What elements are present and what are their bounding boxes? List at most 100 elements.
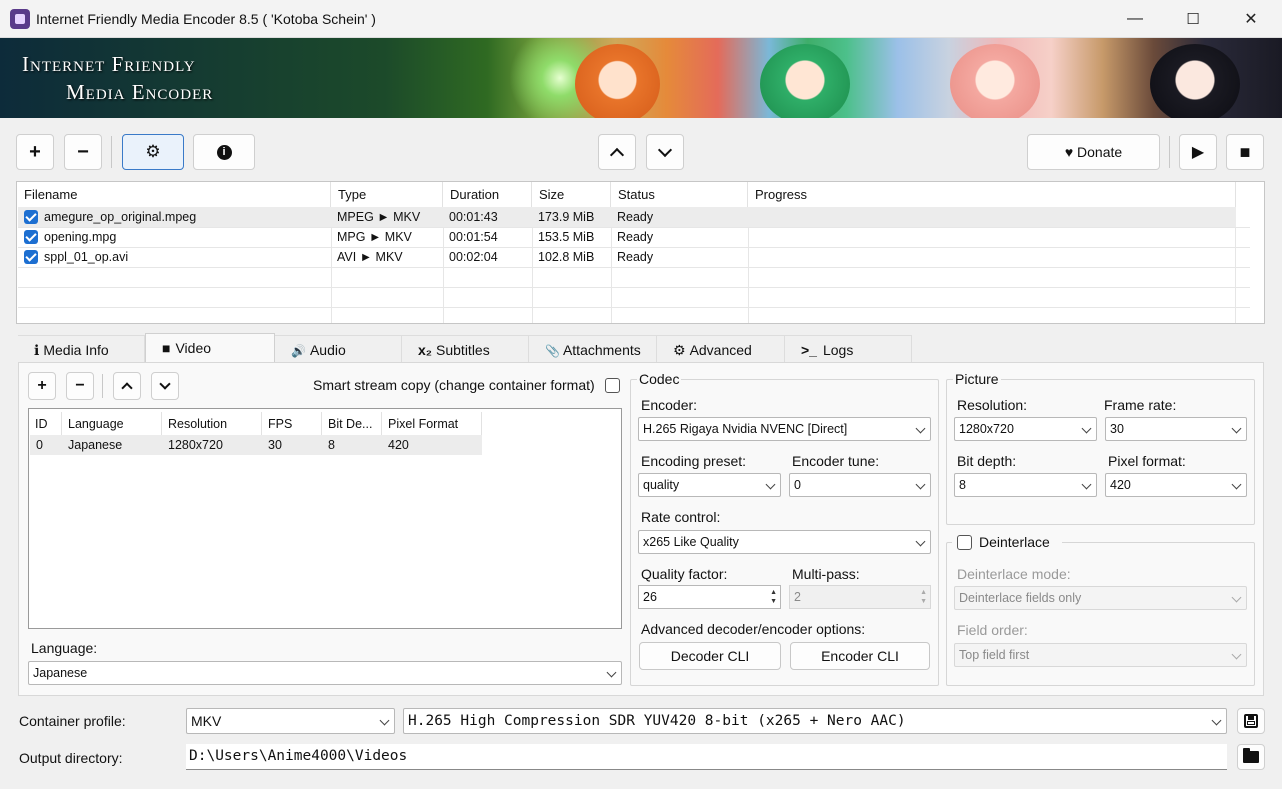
column-header-status[interactable]: Status: [611, 182, 748, 208]
settings-button[interactable]: ⚙: [122, 134, 184, 170]
column-header-filename[interactable]: Filename: [17, 182, 331, 208]
remove-stream-button[interactable]: −: [66, 372, 94, 400]
banner-logo-line2: Media Encoder: [66, 80, 214, 104]
stop-button[interactable]: ■: [1226, 134, 1264, 170]
tab-subtitles[interactable]: x₂ Subtitles: [402, 335, 529, 363]
multi-pass-input[interactable]: 2 ▲ ▼: [789, 585, 931, 609]
donate-button[interactable]: ♥ Donate: [1027, 134, 1160, 170]
close-button[interactable]: ✕: [1222, 0, 1280, 38]
folder-icon: [1243, 748, 1259, 763]
column-header-size[interactable]: Size: [532, 182, 611, 208]
file-checkbox[interactable]: [24, 210, 38, 224]
deinterlace-label[interactable]: Deinterlace: [979, 534, 1050, 550]
quality-factor-label: Quality factor:: [641, 566, 728, 582]
stream-up-button[interactable]: [113, 372, 141, 400]
column-header-bitdepth[interactable]: Bit De...: [322, 412, 382, 436]
stream-down-button[interactable]: [151, 372, 179, 400]
stream-row[interactable]: 0 Japanese 1280x720 30 8 420: [30, 435, 482, 455]
about-button[interactable]: i: [193, 134, 255, 170]
column-header-id[interactable]: ID: [29, 412, 62, 436]
file-duration: 00:02:04: [449, 250, 498, 264]
move-down-button[interactable]: [646, 134, 684, 170]
add-file-button[interactable]: +: [16, 134, 54, 170]
tab-logs[interactable]: >_ Logs: [785, 335, 912, 363]
smart-copy-checkbox[interactable]: [605, 378, 620, 393]
codec-group-label: Codec: [637, 371, 682, 387]
start-button[interactable]: ▶: [1179, 134, 1217, 170]
add-stream-button[interactable]: +: [28, 372, 56, 400]
encoding-profile-select[interactable]: H.265 High Compression SDR YUV420 8-bit …: [403, 708, 1227, 734]
column-header-progress[interactable]: Progress: [748, 182, 1236, 208]
deinterlace-mode-label: Deinterlace mode:: [957, 566, 1071, 582]
stream-id: 0: [36, 438, 43, 452]
pixel-format-select[interactable]: 420: [1105, 473, 1247, 497]
file-row[interactable]: opening.mpg MPG ► MKV 00:01:54 153.5 MiB…: [18, 227, 1236, 247]
rate-control-select[interactable]: x265 Like Quality: [638, 530, 931, 554]
file-queue-table[interactable]: Filename Type Duration Size Status Progr…: [16, 181, 1265, 324]
spin-arrows-icon[interactable]: ▲ ▼: [770, 588, 777, 606]
file-status: Ready: [617, 230, 654, 244]
banner-logo-line1: Internet Friendly: [22, 52, 196, 76]
app-banner: Internet Friendly Media Encoder: [0, 38, 1282, 118]
encoder-select[interactable]: H.265 Rigaya Nvidia NVENC [Direct]: [638, 417, 931, 441]
field-order-select[interactable]: Top field first: [954, 643, 1247, 667]
container-select[interactable]: MKV: [186, 708, 395, 734]
file-size: 153.5 MiB: [538, 230, 595, 244]
quality-factor-input[interactable]: 26 ▲ ▼: [638, 585, 781, 609]
file-row[interactable]: sppl_01_op.avi AVI ► MKV 00:02:04 102.8 …: [18, 247, 1236, 267]
file-checkbox[interactable]: [24, 230, 38, 244]
browse-folder-button[interactable]: [1237, 744, 1265, 770]
chevron-down-icon: [657, 142, 673, 157]
tab-attachments[interactable]: 📎 Attachments: [529, 335, 657, 363]
toolbar-separator: [1169, 136, 1170, 168]
banner-character-2: [760, 44, 850, 118]
maximize-button[interactable]: ☐: [1164, 0, 1222, 38]
deinterlace-checkbox[interactable]: [957, 535, 972, 550]
tab-advanced[interactable]: ⚙ Advanced: [657, 335, 785, 363]
frame-rate-select[interactable]: 30: [1105, 417, 1247, 441]
column-header-pixel-format[interactable]: Pixel Format: [382, 412, 482, 436]
subtitles-icon: x₂: [418, 342, 433, 358]
column-header-resolution[interactable]: Resolution: [162, 412, 262, 436]
column-header-duration[interactable]: Duration: [443, 182, 532, 208]
file-duration: 00:01:54: [449, 230, 498, 244]
resolution-select[interactable]: 1280x720: [954, 417, 1097, 441]
bit-depth-select[interactable]: 8: [954, 473, 1097, 497]
tab-audio[interactable]: 🔊 Audio: [275, 335, 402, 363]
encoder-tune-label: Encoder tune:: [792, 453, 880, 469]
encoder-tune-select[interactable]: 0: [789, 473, 931, 497]
file-name: opening.mpg: [44, 230, 117, 244]
minimize-button[interactable]: —: [1106, 0, 1164, 38]
save-icon: [1244, 714, 1258, 728]
file-type: MPEG ► MKV: [337, 210, 421, 224]
column-header-fps[interactable]: FPS: [262, 412, 322, 436]
column-header-type[interactable]: Type: [331, 182, 443, 208]
file-type: AVI ► MKV: [337, 250, 403, 264]
file-status: Ready: [617, 250, 654, 264]
decoder-cli-button[interactable]: Decoder CLI: [639, 642, 781, 670]
advanced-options-label: Advanced decoder/encoder options:: [641, 621, 866, 637]
move-up-button[interactable]: [598, 134, 636, 170]
save-profile-button[interactable]: [1237, 708, 1265, 734]
spin-arrows-icon[interactable]: ▲ ▼: [920, 588, 927, 606]
stream-pixel-format: 420: [388, 438, 409, 452]
column-header-language[interactable]: Language: [62, 412, 162, 436]
file-size: 173.9 MiB: [538, 210, 595, 224]
video-stream-table[interactable]: ID Language Resolution FPS Bit De... Pix…: [28, 408, 622, 629]
file-checkbox[interactable]: [24, 250, 38, 264]
tab-media-info[interactable]: ℹ Media Info: [18, 335, 145, 363]
encoding-preset-select[interactable]: quality: [638, 473, 781, 497]
tab-video[interactable]: ■ Video: [145, 333, 275, 363]
encoder-label: Encoder:: [641, 397, 698, 413]
gear-icon: ⚙: [673, 342, 686, 358]
output-directory-input[interactable]: D:\Users\Anime4000\Videos: [186, 744, 1227, 770]
language-select[interactable]: Japanese: [28, 661, 622, 685]
encoder-cli-button[interactable]: Encoder CLI: [790, 642, 930, 670]
gears-icon: ⚙: [145, 142, 161, 161]
remove-file-button[interactable]: −: [64, 134, 102, 170]
file-duration: 00:01:43: [449, 210, 498, 224]
window-title: Internet Friendly Media Encoder 8.5 ( 'K…: [36, 11, 376, 27]
file-row[interactable]: amegure_op_original.mpeg MPEG ► MKV 00:0…: [18, 207, 1236, 227]
info-icon: i: [216, 144, 232, 160]
deinterlace-mode-select[interactable]: Deinterlace fields only: [954, 586, 1247, 610]
